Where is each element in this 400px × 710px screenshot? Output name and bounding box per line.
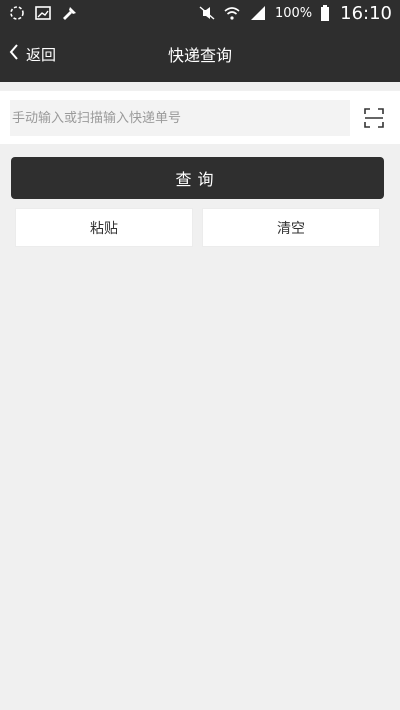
- clock: 16:10: [340, 2, 392, 24]
- signal-icon: [249, 5, 267, 21]
- battery-icon: [320, 5, 330, 21]
- scan-icon: [362, 108, 386, 134]
- tool-icon: [60, 5, 78, 21]
- status-right-icons: 100% 16:10: [197, 3, 392, 24]
- mute-icon: [197, 5, 215, 21]
- clear-button[interactable]: 清空: [202, 208, 380, 247]
- wifi-icon: [223, 5, 241, 21]
- query-button[interactable]: 查询: [11, 157, 384, 199]
- image-icon: [34, 5, 52, 21]
- loading-circle-icon: [8, 5, 26, 21]
- status-bar: 100% 16:10: [0, 0, 400, 26]
- tracking-number-input[interactable]: [10, 100, 350, 136]
- paste-button[interactable]: 粘贴: [15, 208, 193, 247]
- page-title: 快递查询: [167, 46, 232, 65]
- search-row: [0, 91, 400, 144]
- battery-percent: 100%: [274, 5, 313, 21]
- status-left-icons: [8, 5, 78, 21]
- scan-button[interactable]: [362, 106, 386, 130]
- nav-bar: 返回 快递查询: [0, 26, 400, 82]
